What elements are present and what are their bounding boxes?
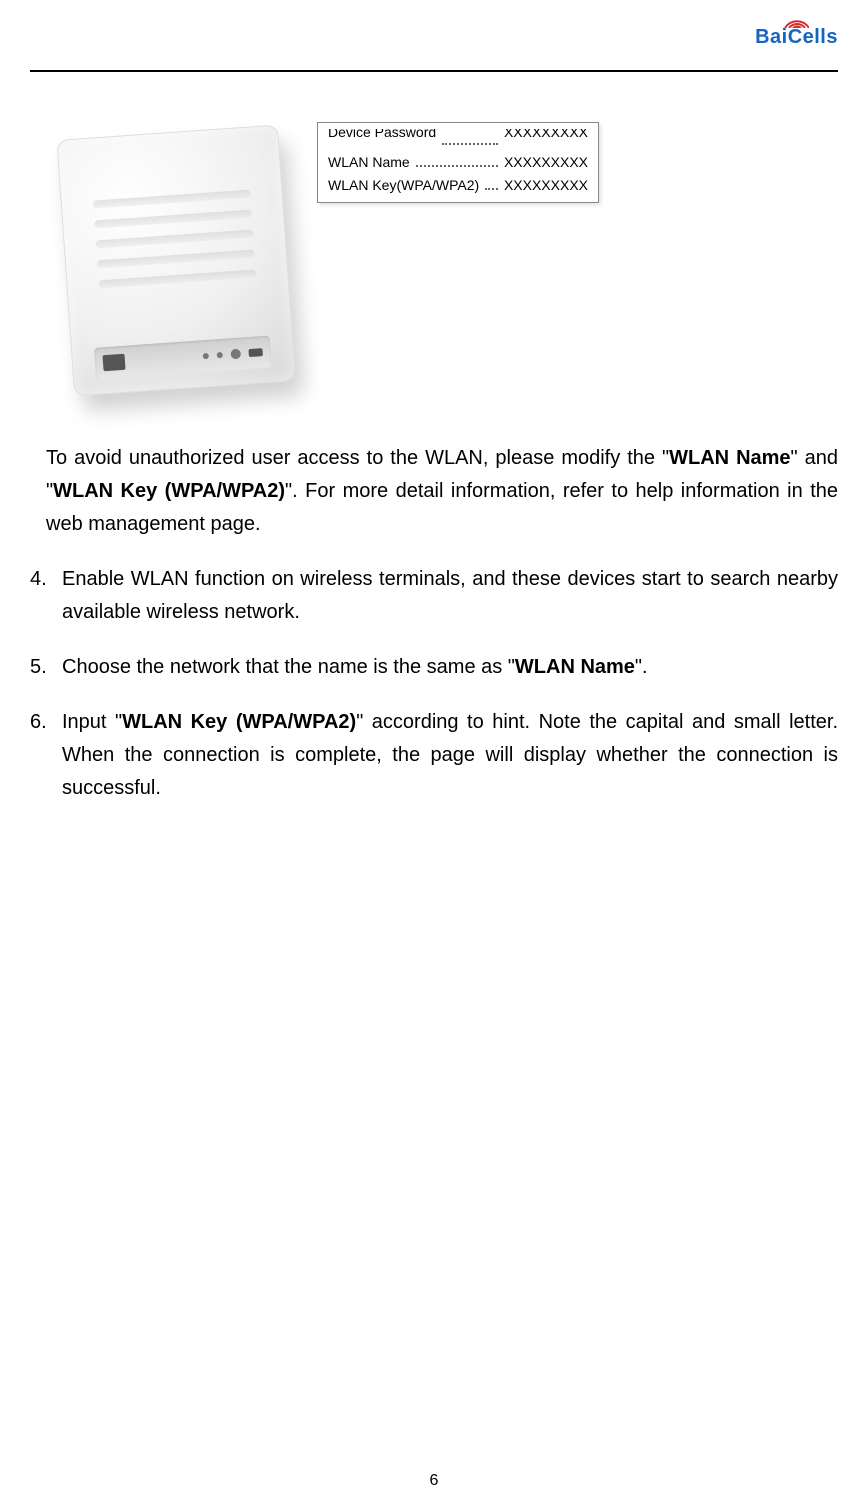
label-row: WLAN Key(WPA/WPA2) XXXXXXXXX [328, 174, 588, 196]
step-6: 6. Input "WLAN Key (WPA/WPA2)" according… [30, 706, 838, 805]
label-name: WLAN Key(WPA/WPA2) [328, 174, 479, 196]
device-figure: Device Password XXXXXXXXX WLAN Name XXXX… [40, 102, 838, 402]
content: To avoid unauthorized user access to the… [30, 442, 838, 805]
device-groove [98, 269, 257, 288]
logo-text: BaiCells [755, 26, 838, 48]
label-name: WLAN Name [328, 151, 410, 173]
label-value: XXXXXXXXX [504, 121, 588, 143]
lan-port-icon [103, 354, 126, 371]
step-body: Choose the network that the name is the … [62, 651, 838, 684]
device-groove [94, 210, 253, 229]
step-number: 5. [30, 651, 62, 684]
led-icon [203, 353, 209, 359]
step-number: 4. [30, 563, 62, 596]
bold-wlan-name: WLAN Name [515, 656, 635, 678]
label-dots [416, 165, 498, 167]
label-row: Device Password XXXXXXXXX [328, 129, 588, 151]
paragraph-avoid: To avoid unauthorized user access to the… [46, 442, 838, 541]
step-number: 6. [30, 706, 62, 739]
device-body [56, 124, 295, 396]
reset-button-icon [230, 349, 241, 360]
device-port-row [94, 336, 272, 380]
bold-wlan-key: WLAN Key (WPA/WPA2) [122, 711, 356, 733]
led-icon [217, 352, 223, 358]
device-groove [92, 190, 251, 209]
label-value: XXXXXXXXX [504, 151, 588, 173]
logo-text-cells: Cells [788, 26, 838, 48]
text: To avoid unauthorized user access to the… [46, 447, 669, 469]
label-name: Device Password [328, 121, 436, 143]
text: Enable WLAN function on wireless termina… [62, 568, 838, 623]
page: BaiCells [0, 0, 868, 1510]
step-5: 5. Choose the network that the name is t… [30, 651, 838, 684]
header: BaiCells [30, 10, 838, 70]
label-dots [442, 143, 498, 145]
device-label-callout: Device Password XXXXXXXXX WLAN Name XXXX… [317, 122, 599, 203]
step-4: 4. Enable WLAN function on wireless term… [30, 563, 838, 629]
bold-wlan-key: WLAN Key (WPA/WPA2) [53, 480, 285, 502]
step-body: Input "WLAN Key (WPA/WPA2)" according to… [62, 706, 838, 805]
step-body: Enable WLAN function on wireless termina… [62, 563, 838, 629]
header-divider [30, 70, 838, 72]
device-groove [95, 229, 254, 248]
page-number: 6 [0, 1472, 868, 1490]
device-groove [97, 249, 256, 268]
bold-wlan-name: WLAN Name [669, 447, 790, 469]
label-value: XXXXXXXXX [504, 174, 588, 196]
label-dots [485, 188, 498, 190]
signal-icon [781, 10, 809, 28]
text: ". [635, 656, 648, 678]
brand-logo: BaiCells [755, 10, 838, 49]
logo-text-bai: Bai [755, 26, 788, 48]
usb-port-icon [248, 348, 263, 357]
device-image [56, 125, 293, 395]
label-row: WLAN Name XXXXXXXXX [328, 151, 588, 173]
text: Choose the network that the name is the … [62, 656, 515, 678]
text: Input " [62, 711, 122, 733]
